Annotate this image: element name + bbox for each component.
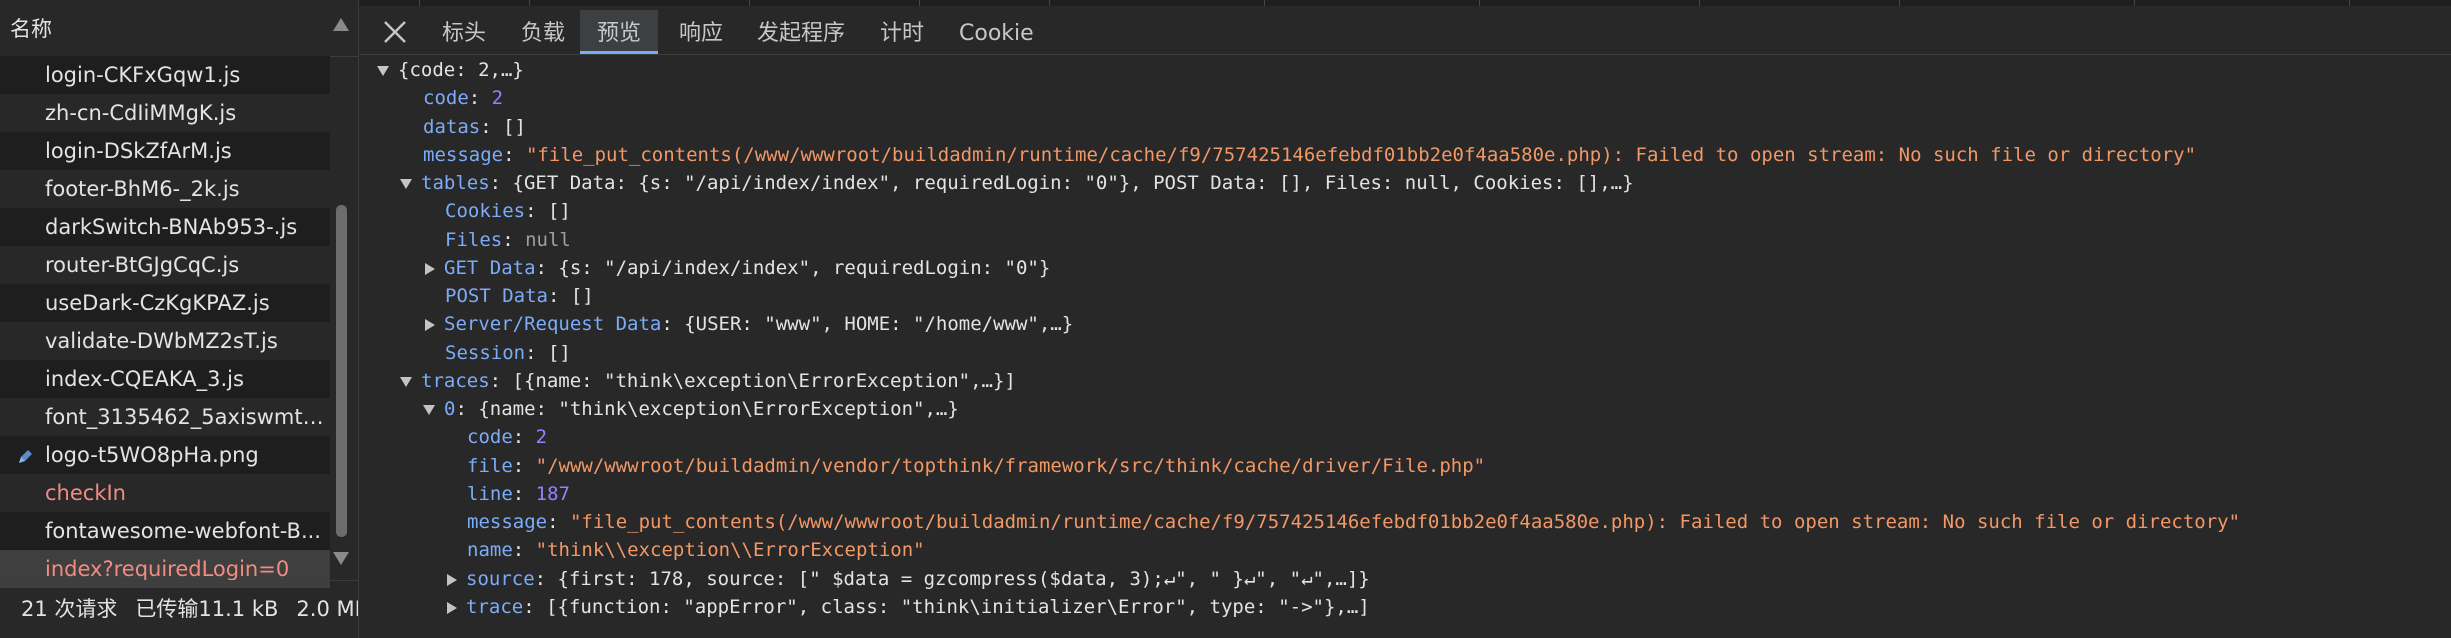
expanded-arrow-icon[interactable]: [400, 376, 412, 387]
tree-leaf-cookies: Cookies: []: [445, 200, 571, 222]
request-row[interactable]: zh-cn-CdIiMMgK.js: [0, 94, 330, 132]
tree-leaf-trace-file: file: "/www/wwwroot/buildadmin/vendor/to…: [467, 455, 1486, 477]
tree-node-get-data[interactable]: GET Data: {s: "/api/index/index", requir…: [425, 254, 1050, 282]
collapsed-arrow-icon[interactable]: [447, 573, 457, 586]
request-row[interactable]: font_3135462_5axiswmtp...: [0, 398, 330, 436]
expanded-arrow-icon[interactable]: [377, 65, 389, 76]
scroll-down-arrow-icon[interactable]: [333, 552, 349, 565]
transferred-size: 已传输11.1 kB: [135, 597, 279, 621]
tree-leaf-post-data: POST Data: []: [445, 285, 594, 307]
request-row[interactable]: validate-DWbMZ2sT.js: [0, 322, 330, 360]
request-name: footer-BhM6-_2k.js: [45, 177, 240, 201]
tab-headers[interactable]: 标头: [440, 10, 488, 54]
tab-initiator[interactable]: 发起程序: [755, 10, 847, 54]
scroll-up-arrow-icon[interactable]: [333, 18, 349, 31]
tree-node-tables[interactable]: tables: {GET Data: {s: "/api/index/index…: [400, 169, 1634, 197]
request-row[interactable]: router-BtGJgCqC.js: [0, 246, 330, 284]
collapsed-arrow-icon[interactable]: [425, 318, 435, 331]
request-name: fontawesome-webfont-B...: [45, 519, 321, 543]
tab-response[interactable]: 响应: [677, 10, 725, 54]
request-name: login-DSkZfArM.js: [45, 139, 232, 163]
timeline-strip: [359, 0, 2451, 6]
request-name: font_3135462_5axiswmtp...: [45, 405, 325, 429]
request-row[interactable]: index-CQEAKA_3.js: [0, 360, 330, 398]
expanded-arrow-icon[interactable]: [400, 178, 412, 189]
tree-node-server-data[interactable]: Server/Request Data: {USER: "www", HOME:…: [425, 310, 1073, 338]
request-row-error[interactable]: checkIn: [0, 474, 330, 512]
request-list-panel: 名称 login-CKFxGqw1.js zh-cn-CdIiMMgK.js l…: [0, 0, 359, 638]
tree-leaf-trace-code: code: 2: [467, 426, 548, 448]
request-row[interactable]: login-DSkZfArM.js: [0, 132, 330, 170]
request-name: validate-DWbMZ2sT.js: [45, 329, 278, 353]
tree-leaf-datas: datas: []: [423, 116, 526, 138]
request-row[interactable]: footer-BhM6-_2k.js: [0, 170, 330, 208]
tree-leaf-trace-message: message: "file_put_contents(/www/wwwroot…: [467, 511, 2241, 533]
tab-preview[interactable]: 预览: [580, 10, 658, 54]
request-row[interactable]: logo-t5WO8pHa.png: [0, 436, 330, 474]
tab-cookies[interactable]: Cookie: [957, 10, 1036, 54]
tree-leaf-message: message: "file_put_contents(/www/wwwroot…: [423, 144, 2197, 166]
tree-node-traces[interactable]: traces: [{name: "think\exception\ErrorEx…: [400, 367, 1016, 395]
tree-leaf-code: code: 2: [423, 87, 504, 109]
expanded-arrow-icon[interactable]: [423, 404, 435, 415]
request-row[interactable]: useDark-CzKgKPAZ.js: [0, 284, 330, 322]
collapsed-arrow-icon[interactable]: [447, 601, 457, 614]
tree-node-trace-0[interactable]: 0: {name: "think\exception\ErrorExceptio…: [423, 395, 959, 423]
details-tab-bar: 标头 负载 预览 响应 发起程序 计时 Cookie: [359, 0, 2451, 55]
name-column-header[interactable]: 名称: [0, 0, 358, 57]
request-name: logo-t5WO8pHa.png: [45, 443, 259, 467]
tree-leaf-trace-line: line: 187: [467, 483, 570, 505]
request-name: router-BtGJgCqC.js: [45, 253, 240, 277]
tree-leaf-files: Files: null: [445, 229, 571, 251]
name-column-label: 名称: [10, 17, 52, 41]
request-row[interactable]: darkSwitch-BNAb953-.js: [0, 208, 330, 246]
image-file-icon: [19, 450, 32, 463]
request-row[interactable]: fontawesome-webfont-B...: [0, 512, 330, 550]
tree-node-trace-trace[interactable]: trace: [{function: "appError", class: "t…: [447, 593, 1370, 621]
tree-leaf-trace-name: name: "think\\exception\\ErrorException": [467, 539, 925, 561]
resources-size: 2.0 MB: [296, 597, 358, 621]
close-icon[interactable]: [381, 18, 409, 46]
network-summary-bar: 21 次请求已传输11.1 kB 2.0 MB: [0, 580, 358, 638]
request-name: zh-cn-CdIiMMgK.js: [45, 101, 237, 125]
tree-node-root[interactable]: {code: 2,…}: [377, 56, 524, 84]
tree-leaf-session: Session: []: [445, 342, 571, 364]
request-name: useDark-CzKgKPAZ.js: [45, 291, 270, 315]
tab-timing[interactable]: 计时: [878, 10, 926, 54]
list-scrollbar-thumb[interactable]: [336, 205, 347, 537]
collapsed-arrow-icon[interactable]: [425, 262, 435, 275]
tree-node-trace-source[interactable]: source: {first: 178, source: [" $data = …: [447, 565, 1370, 593]
request-row[interactable]: login-CKFxGqw1.js: [0, 56, 330, 94]
request-list: login-CKFxGqw1.js zh-cn-CdIiMMgK.js logi…: [0, 56, 330, 588]
request-details-panel: 标头 负载 预览 响应 发起程序 计时 Cookie {code: 2,…} c…: [359, 0, 2451, 638]
request-count: 21 次请求: [21, 597, 118, 621]
request-name: index-CQEAKA_3.js: [45, 367, 244, 391]
request-name: login-CKFxGqw1.js: [45, 63, 241, 87]
request-name: checkIn: [45, 481, 126, 505]
tab-payload[interactable]: 负载: [519, 10, 567, 54]
request-name: darkSwitch-BNAb953-.js: [45, 215, 298, 239]
